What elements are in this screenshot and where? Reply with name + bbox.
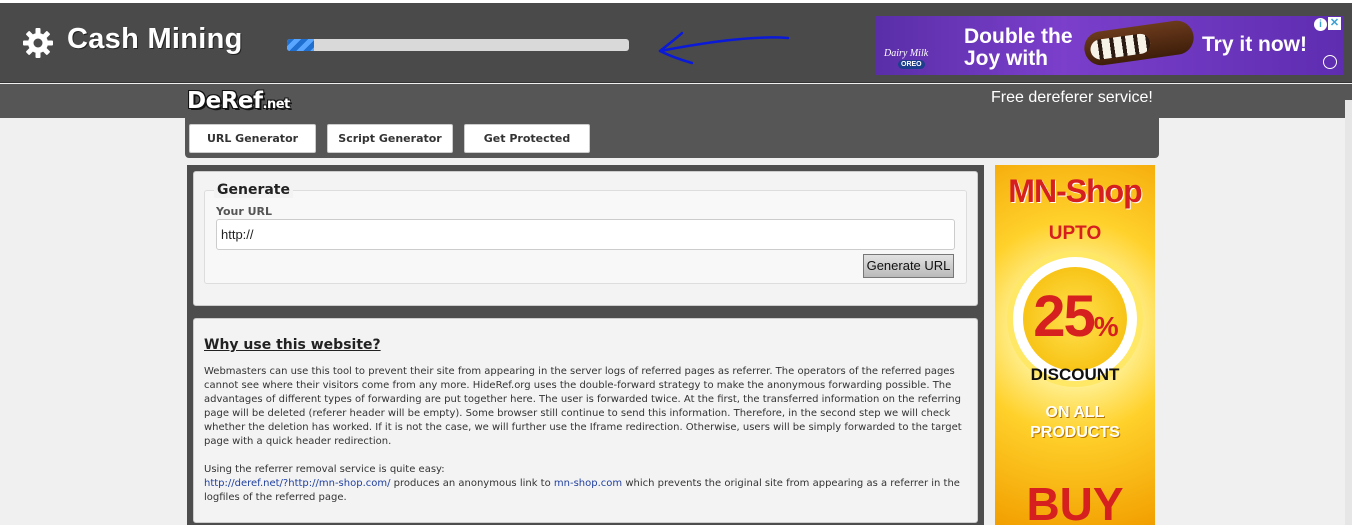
ad-discount-amount: 25% [995, 283, 1155, 350]
logo-suffix: .net [262, 97, 291, 112]
nav-url-generator[interactable]: URL Generator [189, 124, 316, 153]
usage-intro: Using the referrer removal service is qu… [204, 464, 445, 475]
annotation-arrow-icon [658, 31, 790, 65]
why-title: Why use this website? [204, 337, 381, 353]
generate-url-button[interactable]: Generate URL [863, 254, 954, 278]
ad-shop-name: MN-Shop [1008, 173, 1142, 209]
top-banner-ad[interactable]: Dairy Milk OREO Double the Joy with Try … [876, 16, 1343, 75]
ad-percent: % [1093, 311, 1119, 342]
close-icon[interactable]: ✕ [1328, 17, 1341, 30]
info-icon[interactable]: i [1314, 18, 1327, 31]
ad-badge-icon [1323, 55, 1337, 69]
example-link[interactable]: http://deref.net/?http://mn-shop.com/ [204, 478, 390, 489]
ad-upto: UPTO [1048, 223, 1102, 244]
nav-script-generator[interactable]: Script Generator [327, 124, 453, 153]
mining-progress-fill [287, 39, 315, 51]
ad-amount: 25 [1033, 284, 1095, 349]
mining-toolbar: Cash Mining Dairy Milk OREO Double the J… [0, 0, 1352, 83]
generate-legend: Generate [214, 182, 293, 198]
site-tagline: Free dereferer service! [991, 89, 1153, 106]
ad-on-all-text: ON ALL [1045, 404, 1105, 421]
example-target-link[interactable]: mn-shop.com [554, 478, 622, 489]
miner-title: Cash Mining [67, 23, 243, 55]
page-scrollbar[interactable] [1345, 100, 1352, 525]
url-input[interactable] [216, 219, 955, 250]
chocolate-bar-image [1082, 18, 1196, 68]
mining-progress-bar [287, 39, 629, 51]
ad-on-all: ON ALL PRODUCTS [995, 403, 1155, 443]
ad-products-text: PRODUCTS [1030, 424, 1120, 441]
site-logo[interactable]: DeRef.net [187, 88, 290, 114]
ad-buy: BUY [1026, 478, 1124, 525]
gear-icon[interactable] [22, 27, 54, 59]
example-mid: produces an anonymous link to [390, 478, 554, 489]
logo-text: DeRef [187, 88, 263, 114]
side-banner-ad[interactable]: MN-Shop UPTO 25% DISCOUNT ON ALL PRODUCTS… [995, 165, 1155, 525]
ad-brand: Dairy Milk [884, 48, 929, 59]
ad-cta[interactable]: Try it now! [1202, 33, 1307, 57]
url-field-label: Your URL [216, 205, 273, 218]
why-paragraph: Webmasters can use this tool to prevent … [204, 366, 962, 447]
ad-sub-brand: OREO [898, 60, 925, 69]
usage-paragraph: Using the referrer removal service is qu… [204, 463, 964, 505]
ad-discount-label: DISCOUNT [1030, 365, 1120, 384]
ad-headline: Double the Joy with [964, 25, 1073, 70]
nav-get-protected[interactable]: Get Protected [464, 124, 590, 153]
